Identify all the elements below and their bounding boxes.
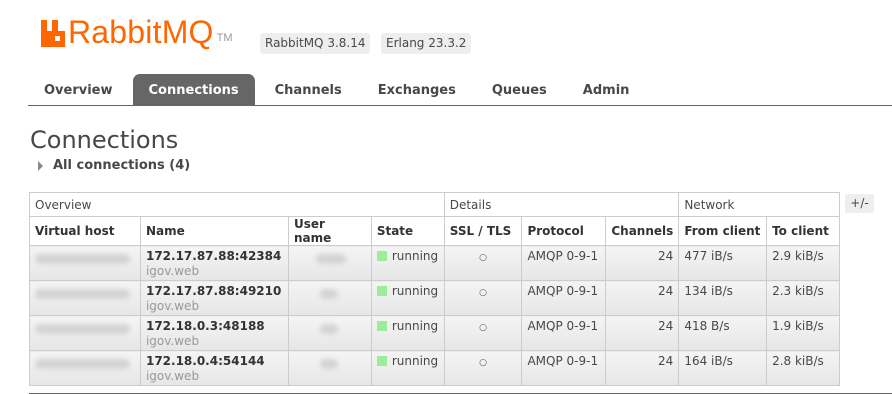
from-client-cell: 477 iB/s [678, 245, 768, 281]
ssl-off-icon: ○ [479, 358, 488, 368]
tab-channels[interactable]: Channels [259, 74, 358, 106]
logo-wordmark: RabbitMQ [68, 14, 214, 50]
user-cell-redacted [287, 350, 372, 386]
name-cell[interactable]: 172.17.87.88:42384 igov.web [139, 245, 289, 281]
connections-table: Overview Details Network Virtual host Na… [29, 192, 840, 386]
state-label: running [391, 319, 439, 333]
table-row: 172.18.0.4:54144 igov.web running ○ AMQP… [29, 350, 840, 386]
state-cell: running [370, 245, 445, 281]
ssl-off-icon: ○ [479, 323, 488, 333]
state-cell: running [370, 350, 445, 386]
rabbitmq-version-badge: RabbitMQ 3.8.14 [260, 33, 371, 54]
group-header-overview: Overview [29, 192, 445, 217]
table-row: 172.18.0.3:48188 igov.web running ○ AMQP… [29, 315, 840, 351]
connection-client-name: igov.web [145, 264, 200, 278]
ssl-cell: ○ [443, 350, 523, 386]
to-client-cell: 2.3 kiB/s [766, 280, 840, 316]
vhost-cell-redacted [29, 280, 141, 316]
col-channels[interactable]: Channels [605, 216, 680, 246]
user-cell-redacted [287, 315, 372, 351]
tabs-divider [28, 105, 892, 106]
ssl-off-icon: ○ [479, 253, 488, 263]
protocol-cell: AMQP 0-9-1 [521, 315, 607, 351]
connection-client-name: igov.web [145, 299, 200, 313]
toggle-columns-button[interactable]: +/- [845, 194, 874, 213]
col-user-name[interactable]: User name [287, 216, 372, 246]
col-name[interactable]: Name [139, 216, 289, 246]
to-client-cell: 1.9 kiB/s [766, 315, 840, 351]
rabbitmq-logo[interactable]: RabbitMQ TM [40, 14, 233, 48]
rabbitmq-logo-icon [41, 20, 65, 47]
user-cell-redacted [287, 245, 372, 281]
protocol-cell: AMQP 0-9-1 [521, 245, 607, 281]
connection-name-link[interactable]: 172.17.87.88:42384 [146, 249, 283, 264]
col-from-client[interactable]: From client [678, 216, 768, 246]
running-state-indicator [376, 356, 387, 366]
connection-name-link[interactable]: 172.17.87.88:49210 [146, 284, 283, 299]
group-header-details: Details [443, 192, 680, 217]
col-state[interactable]: State [370, 216, 445, 246]
vhost-cell-redacted [29, 350, 141, 386]
col-to-client[interactable]: To client [766, 216, 840, 246]
main-nav-tabs: Overview Connections Channels Exchanges … [28, 74, 649, 106]
running-state-indicator [376, 251, 387, 261]
table-row: 172.17.87.88:42384 igov.web running ○ AM… [29, 245, 840, 281]
state-cell: running [370, 315, 445, 351]
state-cell: running [370, 280, 445, 316]
from-client-cell: 134 iB/s [678, 280, 768, 316]
state-label: running [391, 354, 439, 368]
channels-cell: 24 [605, 350, 680, 386]
name-cell[interactable]: 172.18.0.3:48188 igov.web [139, 315, 289, 351]
protocol-cell: AMQP 0-9-1 [521, 350, 607, 386]
ssl-cell: ○ [443, 315, 523, 351]
connection-name-link[interactable]: 172.18.0.4:54144 [146, 354, 283, 369]
erlang-version-badge: Erlang 23.3.2 [381, 33, 472, 54]
tab-exchanges[interactable]: Exchanges [362, 74, 472, 106]
col-ssl-tls[interactable]: SSL / TLS [443, 216, 523, 246]
table-row: 172.17.87.88:49210 igov.web running ○ AM… [29, 280, 840, 316]
ssl-off-icon: ○ [479, 288, 488, 298]
tab-admin[interactable]: Admin [567, 74, 646, 106]
tab-queues[interactable]: Queues [476, 74, 563, 106]
vhost-cell-redacted [29, 245, 141, 281]
to-client-cell: 2.8 kiB/s [766, 350, 840, 386]
channels-cell: 24 [605, 245, 680, 281]
group-header-network: Network [678, 192, 840, 217]
all-connections-label: All connections (4) [53, 158, 191, 173]
expand-arrow-icon [38, 160, 43, 171]
to-client-cell: 2.9 kiB/s [766, 245, 840, 281]
user-cell-redacted [287, 280, 372, 316]
state-label: running [391, 284, 439, 298]
ssl-cell: ○ [443, 245, 523, 281]
channels-cell: 24 [605, 315, 680, 351]
col-protocol[interactable]: Protocol [521, 216, 607, 246]
all-connections-toggle[interactable]: All connections (4) [38, 158, 190, 173]
protocol-cell: AMQP 0-9-1 [521, 280, 607, 316]
page-title: Connections [30, 126, 179, 154]
running-state-indicator [376, 286, 387, 296]
name-cell[interactable]: 172.17.87.88:49210 igov.web [139, 280, 289, 316]
ssl-cell: ○ [443, 280, 523, 316]
from-client-cell: 164 iB/s [678, 350, 768, 386]
tab-connections[interactable]: Connections [132, 74, 255, 106]
state-label: running [391, 249, 439, 263]
from-client-cell: 418 B/s [678, 315, 768, 351]
vhost-cell-redacted [29, 315, 141, 351]
name-cell[interactable]: 172.18.0.4:54144 igov.web [139, 350, 289, 386]
logo-trademark: TM [216, 32, 233, 44]
tab-overview[interactable]: Overview [28, 74, 129, 106]
channels-cell: 24 [605, 280, 680, 316]
running-state-indicator [376, 321, 387, 331]
connection-client-name: igov.web [145, 369, 200, 383]
col-virtual-host[interactable]: Virtual host [29, 216, 141, 246]
connection-name-link[interactable]: 172.18.0.3:48188 [146, 319, 283, 334]
connection-client-name: igov.web [145, 334, 200, 348]
